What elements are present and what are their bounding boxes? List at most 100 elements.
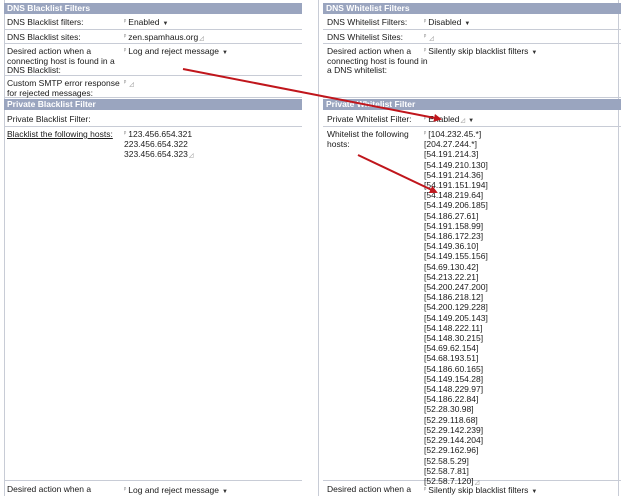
whitelist-host-item: [54.148.30.215] [424,333,484,344]
whitelist-host-item: [52.58.7.81] [424,465,469,476]
dropdown-arrow-icon[interactable]: ▼ [468,118,474,124]
dropdown-arrow-icon[interactable]: ▼ [222,489,228,495]
whitelist-host-item: [54.148.219.64] [424,190,484,201]
blacklist-host-item: 323.456.654.323◿ [124,149,194,160]
bottom-left-action-label: Desired action when a [7,484,92,494]
dropdown-arrow-icon[interactable]: ▼ [464,21,470,27]
whitelist-host-item: [52.28.30.98] [424,404,474,415]
field-marker-icon: ᵖ [124,80,127,86]
dns-blacklist-action-value: Log and reject message [128,46,220,56]
whitelist-host-item: [54.68.193.51] [424,353,479,364]
dns-blacklist-sites-label: DNS Blacklist sites: [7,32,81,42]
whitelist-host-item: [54.149.154.28] [424,373,484,384]
whitelist-host-item: [54.191.214.3] [424,149,479,160]
field-marker-icon: ᵖ [424,19,427,25]
whitelist-host-item: [54.148.222.11] [424,322,483,333]
bottom-left-action-select[interactable]: ᵖ Log and reject message ▼ [124,485,228,496]
private-blacklist-hosts-label: Blacklist the following hosts: [7,129,113,139]
dns-blacklist-smtp-label: Custom SMTP error response for rejected m… [7,78,120,98]
whitelist-host-item: [54.149.210.130] [424,159,488,170]
whitelist-host-item: [204.27.244.*] [424,139,477,150]
dns-blacklist-action-row: Desired action when a connecting host is … [4,44,302,76]
private-whitelist-hosts-label: Whitelist the following hosts: [327,129,409,149]
whitelist-host-item: [54.149.206.185] [424,200,488,211]
dns-blacklist-filters-value: Enabled [128,17,160,27]
whitelist-host-item: [54.186.172.23] [424,231,484,242]
whitelist-host-item: [54.200.129.228] [424,302,488,313]
whitelist-host-item: ᵖ [104.232.45.*] [424,129,482,139]
dns-whitelist-action-value: Silently skip blacklist filters [428,46,529,56]
whitelist-host-item: [54.149.155.156] [424,251,488,262]
bottom-left-action-row: Desired action when a ᵖ Log and reject me… [4,481,302,496]
whitelist-hosts-list: ᵖ [104.232.45.*] [204.27.244.*] [54.191.214… [424,129,488,488]
dns-blacklist-filters-select[interactable]: ᵖ Enabled ▼ [124,17,168,29]
dns-whitelist-action-select[interactable]: ᵖ Silently skip blacklist filters ▼ [424,46,537,58]
bottom-right-action-select[interactable]: ᵖ Silently skip blacklist filters ▼ [424,485,537,496]
bottom-right-action-label: Desired action when a [327,484,412,494]
dns-blacklist-sites-value: zen.spamhaus.org [128,32,199,42]
dns-whitelist-action-label: Desired action when a connecting host is … [327,46,428,75]
private-blacklist-header: Private Blacklist Filter [4,99,302,110]
dns-blacklist-sites-field[interactable]: ᵖ zen.spamhaus.org◿ [124,32,204,44]
private-whitelist-filter-value: Enabled [428,114,460,124]
blacklist-host-item: ᵖ 123.456.654.321 [124,129,193,139]
center-divider [318,0,319,496]
dropdown-arrow-icon[interactable]: ▼ [222,50,228,56]
dns-whitelist-filters-value: Disabled [428,17,462,27]
field-marker-icon: ᵖ [124,48,127,54]
bottom-right-action-row: Desired action when a ᵖ Silently skip bla… [323,481,621,496]
dns-whitelist-header: DNS Whitelist Filters [323,3,621,14]
field-marker-icon: ᵖ [424,48,427,54]
field-end-icon: ◿ [460,118,466,124]
whitelist-host-item: [54.186.22.84] [424,394,479,405]
dropdown-arrow-icon[interactable]: ▼ [531,50,537,56]
dns-blacklist-sites-row: DNS Blacklist sites: ᵖ zen.spamhaus.org◿ [4,30,302,44]
whitelist-host-item: [52.29.144.204] [424,435,484,446]
field-marker-icon: ᵖ [424,116,427,122]
private-whitelist-filter-label: Private Whitelist Filter: [327,114,412,124]
dns-blacklist-smtp-row: Custom SMTP error response for rejected m… [4,76,302,98]
whitelist-host-item: [54.149.36.10] [424,241,479,252]
dns-blacklist-action-select[interactable]: ᵖ Log and reject message ▼ [124,46,228,58]
private-whitelist-header: Private Whitelist Filter [323,99,621,110]
dns-blacklist-header: DNS Blacklist Filters [4,3,302,14]
whitelist-host-item: [54.149.205.143] [424,312,488,323]
dns-whitelist-sites-row: DNS Whitelist Sites: ᵖ ◿ [323,30,621,44]
private-whitelist-hosts-row: Whitelist the following hosts: ᵖ [104.232.… [323,127,621,486]
whitelist-host-item: [54.69.130.42] [424,261,479,272]
field-marker-icon: ᵖ [124,487,127,493]
dns-blacklist-smtp-field[interactable]: ᵖ ◿ [124,78,134,90]
private-whitelist-filter-row: Private Whitelist Filter: ᵖ Enabled◿ ▼ [323,112,621,127]
field-marker-icon: ᵖ [424,131,427,137]
dns-whitelist-filters-row: DNS Whitelist Filters: ᵖ Disabled ▼ [323,15,621,30]
dns-whitelist-sites-field[interactable]: ᵖ ◿ [424,32,434,44]
whitelist-host-item: [54.186.27.61] [424,210,479,221]
field-end-icon: ◿ [199,36,204,42]
whitelist-host-item: [52.29.162.96] [424,445,479,456]
field-marker-icon: ᵖ [124,131,127,137]
blacklist-host-item: 223.456.654.322 [124,139,188,150]
dns-blacklist-action-label: Desired action when a connecting host is … [7,46,115,75]
whitelist-host-item: [54.186.218.12] [424,292,484,303]
field-end-icon: ◿ [188,153,194,160]
private-whitelist-filter-select[interactable]: ᵖ Enabled◿ ▼ [424,114,474,126]
private-blacklist-hosts-list[interactable]: ᵖ 123.456.654.321 223.456.654.322 323.456… [124,129,193,162]
field-marker-icon: ᵖ [424,487,427,493]
bottom-left-action-value: Log and reject message [128,485,220,495]
dns-blacklist-filters-row: DNS Blacklist filters: ᵖ Enabled ▼ [4,15,302,30]
whitelist-host-item: [54.191.158.99] [424,220,484,231]
field-marker-icon: ᵖ [124,19,127,25]
dns-whitelist-filters-select[interactable]: ᵖ Disabled ▼ [424,17,470,29]
whitelist-host-item: [52.58.5.29] [424,455,469,466]
private-whitelist-hosts-list[interactable]: ᵖ [104.232.45.*] [204.27.244.*] [54.191.214… [424,129,488,488]
private-blacklist-filter-row: Private Blacklist Filter: [4,112,302,127]
dns-whitelist-sites-label: DNS Whitelist Sites: [327,32,404,42]
field-end-icon: ◿ [129,82,134,88]
whitelist-host-item: [52.29.118.68] [424,414,478,425]
dropdown-arrow-icon[interactable]: ▼ [531,489,537,495]
field-marker-icon: ᵖ [424,34,427,40]
private-blacklist-hosts-row: Blacklist the following hosts: ᵖ 123.456.… [4,127,302,481]
whitelist-host-item: [54.200.247.200] [424,282,488,293]
field-marker-icon: ᵖ [124,34,127,40]
dropdown-arrow-icon[interactable]: ▼ [162,21,168,27]
